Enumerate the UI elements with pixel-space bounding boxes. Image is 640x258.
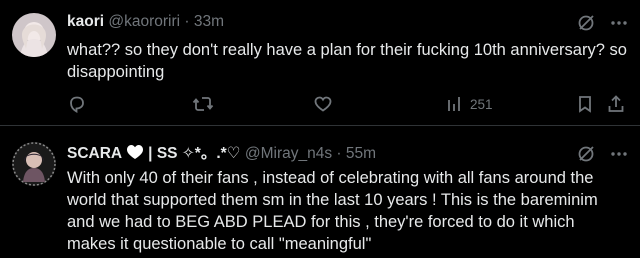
more-icon[interactable] <box>610 20 628 26</box>
separator-dot: · <box>184 13 190 30</box>
user-handle[interactable]: @Miray_n4s <box>245 145 332 162</box>
tweet-1[interactable]: kaori @kaororiri · 33m what?? so they do… <box>0 0 640 125</box>
grok-icon[interactable] <box>576 13 596 33</box>
display-name[interactable]: SCARA | SS ✧*。.*♡ <box>67 145 241 162</box>
tweet-text: what?? so they don't really have a plan … <box>67 41 627 81</box>
display-name[interactable]: kaori <box>67 13 104 30</box>
like-icon <box>313 94 333 114</box>
heart-emoji-icon <box>126 144 144 168</box>
share-button[interactable] <box>606 94 626 114</box>
repost-icon <box>192 94 214 114</box>
bookmark-icon <box>576 94 594 114</box>
timestamp[interactable]: 33m <box>194 13 224 30</box>
display-name-suffix: | SS ✧*。.*♡ <box>148 145 241 162</box>
grok-icon[interactable] <box>576 144 596 164</box>
action-bar: 251 <box>67 94 627 118</box>
tweet-header: SCARA | SS ✧*。.*♡ @Miray_n4s · 55m <box>67 142 376 166</box>
tweet-header: kaori @kaororiri · 33m <box>67 10 224 34</box>
timestamp[interactable]: 55m <box>346 145 376 162</box>
views-icon <box>446 94 464 114</box>
view-count: 251 <box>470 96 493 112</box>
bookmark-button[interactable] <box>576 94 594 114</box>
tweet-text: With only 40 of their fans , instead of … <box>67 169 598 253</box>
reply-icon <box>67 94 87 114</box>
tweet-divider <box>0 125 640 126</box>
user-handle[interactable]: @kaororiri <box>108 13 180 30</box>
tweet-2[interactable]: SCARA | SS ✧*。.*♡ @Miray_n4s · 55m With … <box>0 127 640 258</box>
separator-dot: · <box>336 145 342 162</box>
avatar[interactable] <box>12 13 56 57</box>
more-icon[interactable] <box>610 151 628 157</box>
reply-button[interactable] <box>67 94 87 114</box>
repost-button[interactable] <box>192 94 214 114</box>
share-icon <box>606 94 626 114</box>
display-name-prefix: SCARA <box>67 145 122 162</box>
avatar[interactable] <box>12 142 56 186</box>
views-button[interactable]: 251 <box>446 94 493 114</box>
like-button[interactable] <box>313 94 333 114</box>
